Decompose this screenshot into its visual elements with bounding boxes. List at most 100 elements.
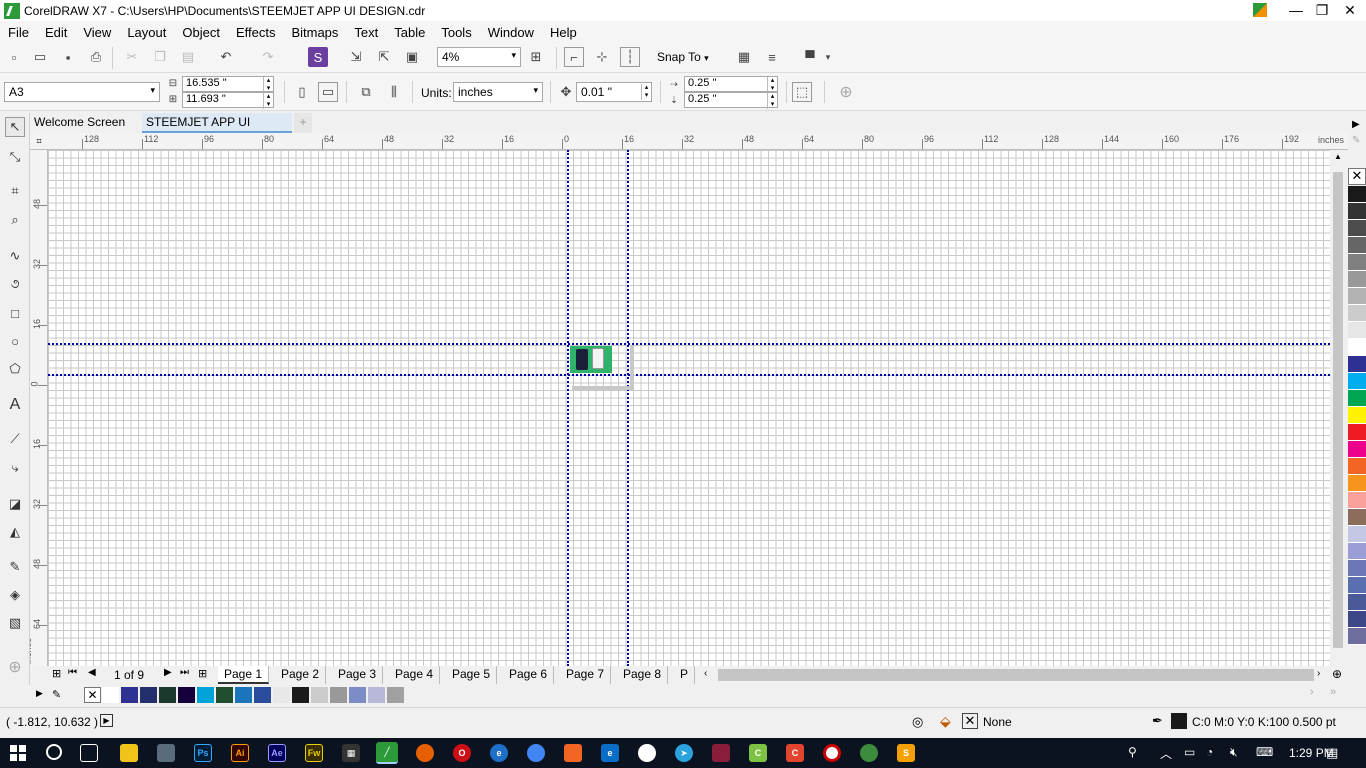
color-swatch[interactable] bbox=[1348, 373, 1366, 390]
color-swatch[interactable] bbox=[1348, 560, 1366, 577]
opera-icon[interactable]: O bbox=[453, 744, 471, 762]
color-swatch[interactable] bbox=[1348, 441, 1366, 458]
guidelines-toggle-icon[interactable]: ┆ bbox=[620, 47, 640, 67]
save-icon[interactable]: ▪ bbox=[58, 47, 78, 67]
photos-app-icon[interactable] bbox=[157, 744, 175, 762]
page-tab[interactable]: Page 4 bbox=[389, 666, 441, 684]
artistic-media-icon[interactable]: ૭ bbox=[5, 274, 25, 294]
menu-view[interactable]: View bbox=[75, 25, 119, 40]
color-swatch[interactable] bbox=[1348, 424, 1366, 441]
vertical-ruler[interactable]: 48 32 16 0 16 32 48 64 inches bbox=[30, 150, 48, 666]
color-swatch[interactable] bbox=[1348, 577, 1366, 594]
menu-object[interactable]: Object bbox=[174, 25, 228, 40]
color-swatch[interactable] bbox=[1348, 271, 1366, 288]
horizontal-scroll-thumb[interactable] bbox=[718, 669, 1314, 681]
white-circle-app-icon[interactable] bbox=[638, 744, 656, 762]
last-page-icon[interactable]: ⏭ bbox=[180, 667, 189, 678]
menu-text[interactable]: Text bbox=[346, 25, 386, 40]
freehand-tool-icon[interactable]: ∿ bbox=[5, 246, 25, 266]
scroll-thumb[interactable] bbox=[1333, 172, 1343, 648]
ellipse-tool-icon[interactable]: ○ bbox=[5, 331, 25, 351]
interactive-fill-icon[interactable]: ◈ bbox=[5, 585, 25, 605]
zoom-fit-icon[interactable]: ⊞ bbox=[526, 47, 546, 67]
color-swatch[interactable] bbox=[1348, 237, 1366, 254]
treat-as-filled-icon[interactable]: ⬚ bbox=[792, 82, 812, 102]
search-icon[interactable] bbox=[46, 744, 62, 760]
nudge-distance-input[interactable]: 0.01 " ▴ ▾ bbox=[576, 82, 652, 102]
page-tab[interactable]: Page 5 bbox=[446, 666, 498, 684]
notifications-icon[interactable]: ▤ bbox=[1326, 745, 1338, 761]
document-color-swatch[interactable] bbox=[121, 687, 138, 703]
current-page-icon[interactable]: ⫼ bbox=[384, 82, 404, 102]
rectangle-tool-icon[interactable]: □ bbox=[5, 303, 25, 323]
duplicate-y-input[interactable]: 0.25 " ▴ ▾ bbox=[684, 92, 778, 109]
color-swatch[interactable] bbox=[1348, 186, 1366, 203]
tab-welcome-screen[interactable]: Welcome Screen bbox=[30, 113, 142, 133]
capture-app-icon[interactable]: C bbox=[786, 744, 804, 762]
corel-connect-icon[interactable]: S bbox=[308, 47, 328, 67]
new-tab-icon[interactable]: + bbox=[294, 113, 312, 133]
page-tab[interactable]: Page 1 bbox=[218, 666, 270, 684]
launcher-dropdown-icon[interactable]: ▾ bbox=[818, 47, 838, 67]
doc-palette-scroll-right-icon[interactable]: › bbox=[1310, 686, 1314, 698]
guideline-vertical[interactable] bbox=[627, 150, 629, 666]
zoom-level-select[interactable]: 4% ▾ bbox=[437, 47, 521, 67]
edge-icon[interactable]: e bbox=[601, 744, 619, 762]
horizontal-ruler[interactable]: 128 112 96 80 64 48 32 16 0 16 32 48 64 80 96 112 128 144… bbox=[48, 133, 1348, 150]
document-color-swatch[interactable] bbox=[330, 687, 347, 703]
menu-bitmaps[interactable]: Bitmaps bbox=[283, 25, 346, 40]
network-icon[interactable]: ◔ bbox=[1206, 745, 1213, 759]
duplicate-x-input[interactable]: 0.25 " ▴ ▾ bbox=[684, 76, 778, 93]
document-color-swatch[interactable] bbox=[273, 687, 290, 703]
insert-page-before-icon[interactable]: ⊞ bbox=[52, 667, 61, 680]
pick-tool-icon[interactable]: ↖ bbox=[5, 117, 25, 137]
page-tab[interactable]: Page 3 bbox=[332, 666, 384, 684]
page-tab[interactable]: Page 2 bbox=[275, 666, 327, 684]
page-height-input[interactable]: 11.693 " ▴ ▾ bbox=[182, 92, 274, 109]
document-color-swatch[interactable] bbox=[254, 687, 271, 703]
color-swatch[interactable] bbox=[1348, 322, 1366, 339]
people-icon[interactable]: ⚲ bbox=[1128, 745, 1137, 759]
landscape-icon[interactable]: ▭ bbox=[318, 82, 338, 102]
language-icon[interactable]: ⌨ bbox=[1256, 745, 1273, 759]
transparency-icon[interactable]: ◭ bbox=[5, 522, 25, 542]
internet-explorer-icon[interactable]: e bbox=[490, 744, 508, 762]
fill-bucket-icon[interactable]: ⬙ bbox=[940, 713, 951, 730]
vertical-scrollbar[interactable]: ▲ bbox=[1330, 150, 1346, 666]
guideline-horizontal[interactable] bbox=[48, 343, 1330, 345]
parallel-dimension-icon[interactable]: ⟋ bbox=[5, 429, 25, 449]
page-width-input[interactable]: 16.535 " ▴ ▾ bbox=[182, 76, 274, 93]
screen-recorder-icon[interactable] bbox=[823, 744, 841, 762]
document-color-swatch[interactable] bbox=[102, 687, 119, 703]
shape-tool-icon[interactable]: ⤡ bbox=[5, 147, 25, 167]
undo-icon[interactable]: ↶ bbox=[216, 47, 236, 67]
page-tab[interactable]: Page 7 bbox=[560, 666, 612, 684]
color-swatch[interactable] bbox=[1348, 492, 1366, 509]
after-effects-icon[interactable]: Ae bbox=[268, 744, 286, 762]
color-swatch[interactable] bbox=[1348, 203, 1366, 220]
open-icon[interactable]: ▭ bbox=[30, 47, 50, 67]
shareit-icon[interactable] bbox=[712, 744, 730, 762]
menu-file[interactable]: File bbox=[0, 25, 37, 40]
drop-shadow-icon[interactable]: ◪ bbox=[5, 494, 25, 514]
color-swatch[interactable] bbox=[1348, 628, 1366, 645]
grid-toggle-icon[interactable]: ⊹ bbox=[592, 47, 612, 67]
color-swatch[interactable] bbox=[1348, 305, 1366, 322]
menu-help[interactable]: Help bbox=[542, 25, 585, 40]
outline-pen-icon[interactable]: ✒ bbox=[1152, 713, 1163, 729]
no-color-swatch-icon[interactable]: ✕ bbox=[1348, 168, 1366, 185]
color-swatch[interactable] bbox=[1348, 509, 1366, 526]
page-tab[interactable]: P bbox=[674, 666, 696, 684]
document-color-swatch[interactable] bbox=[140, 687, 157, 703]
menu-effects[interactable]: Effects bbox=[228, 25, 284, 40]
windows-start-icon[interactable] bbox=[10, 745, 26, 761]
document-color-swatch[interactable] bbox=[368, 687, 385, 703]
units-select[interactable]: inches ▾ bbox=[453, 82, 543, 102]
color-swatch[interactable] bbox=[1348, 458, 1366, 475]
fireworks-icon[interactable]: Fw bbox=[305, 744, 323, 762]
document-color-swatch[interactable] bbox=[178, 687, 195, 703]
page-size-select[interactable]: A3 ▾ bbox=[4, 82, 160, 102]
doc-palette-eyedropper-icon[interactable]: ✎ bbox=[52, 688, 61, 701]
redo-icon[interactable]: ↷ bbox=[258, 47, 278, 67]
color-swatch[interactable] bbox=[1348, 220, 1366, 237]
